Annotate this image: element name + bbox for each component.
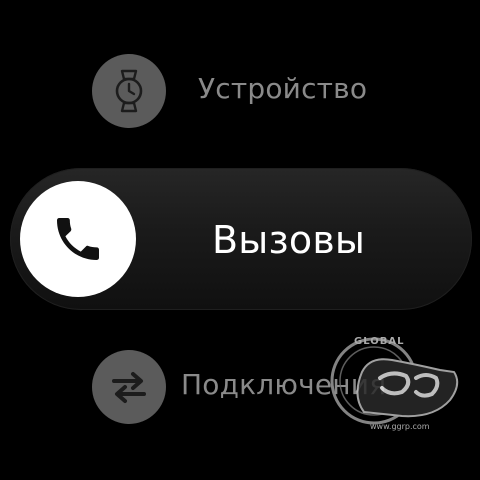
swap-arrows-icon-circle <box>92 350 166 424</box>
phone-icon <box>57 218 99 260</box>
watermark-site: www.ggrp.com <box>370 422 430 431</box>
menu-item-device[interactable]: Устройство <box>0 0 480 150</box>
watch-icon-circle <box>92 54 166 128</box>
watch-screen: Устройство Вызовы Подключения GLOBAL www… <box>0 0 480 480</box>
menu-item-calls[interactable]: Вызовы <box>10 168 472 310</box>
watermark-brand: GLOBAL <box>354 336 405 347</box>
swap-arrows-icon <box>112 372 146 403</box>
menu-label-calls: Вызовы <box>212 218 366 262</box>
watermark-logo: GLOBAL www.ggrp.com <box>322 326 472 446</box>
phone-icon-circle <box>20 181 136 297</box>
menu-label-device: Устройство <box>198 72 368 105</box>
watch-icon <box>115 69 143 113</box>
